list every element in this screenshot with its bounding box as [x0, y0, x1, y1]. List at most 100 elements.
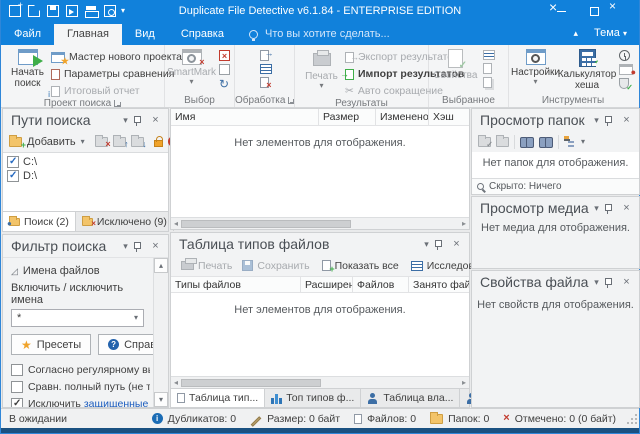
- panel-menu-icon[interactable]: [118, 242, 133, 251]
- process-dialog-launcher-icon[interactable]: [288, 97, 294, 104]
- filter-scrollbar[interactable]: [153, 258, 168, 407]
- tab-search-paths[interactable]: ● Поиск (2): [3, 212, 76, 231]
- add-path-dropdown-icon[interactable]: [81, 138, 85, 146]
- types-hscrollbar[interactable]: [171, 376, 469, 388]
- open-selected-icon[interactable]: [483, 63, 492, 74]
- move-path-up-icon[interactable]: ↑: [113, 137, 126, 147]
- new-project-icon[interactable]: [9, 5, 21, 17]
- refresh-selection-icon[interactable]: [219, 78, 230, 90]
- tab-file[interactable]: Файл: [1, 24, 54, 45]
- regex-checkbox-row[interactable]: Согласно регулярному выражени: [11, 364, 150, 376]
- smartmark-button[interactable]: SmartMark: [168, 47, 215, 93]
- start-search-button[interactable]: Начать поиск: [4, 47, 51, 98]
- types-save-button[interactable]: Сохранить: [238, 257, 313, 275]
- tree-view-dropdown-icon[interactable]: [581, 138, 585, 146]
- path-item[interactable]: C:\: [7, 155, 164, 169]
- panel-menu-icon[interactable]: [118, 116, 133, 125]
- column-modified[interactable]: Изменено: [376, 109, 429, 125]
- exclude-protected-checkbox[interactable]: [11, 398, 23, 407]
- hash-calculator-button[interactable]: Калькулятор хеша: [559, 47, 615, 93]
- panel-menu-icon[interactable]: [589, 278, 604, 287]
- move-path-down-icon[interactable]: ↓: [131, 137, 144, 147]
- tab-top-types[interactable]: Топ типов ф...: [265, 389, 361, 407]
- scheduler-icon[interactable]: [619, 50, 630, 61]
- uncheck-all-icon[interactable]: [219, 64, 230, 75]
- minimize-button[interactable]: [549, 0, 579, 22]
- pin-icon[interactable]: [133, 241, 148, 252]
- protection-shield-icon[interactable]: [619, 78, 629, 89]
- pin-icon[interactable]: [604, 277, 619, 288]
- column-occupied[interactable]: Занято файла: [409, 277, 469, 292]
- pin-icon[interactable]: [434, 239, 449, 250]
- regex-checkbox[interactable]: [11, 364, 23, 376]
- column-extension[interactable]: Расширение: [301, 277, 353, 292]
- comparison-options-button[interactable]: Параметры сравнения: [51, 67, 182, 81]
- resize-grip[interactable]: [627, 414, 637, 424]
- presets-button[interactable]: Пресеты: [11, 334, 91, 355]
- close-icon[interactable]: [619, 277, 634, 288]
- summary-report-button[interactable]: i Итоговый отчет: [51, 84, 182, 98]
- save-icon[interactable]: [47, 5, 59, 17]
- open-project-icon[interactable]: [28, 5, 40, 17]
- close-icon[interactable]: [148, 241, 163, 252]
- maximize-button[interactable]: [579, 0, 609, 22]
- name-pattern-combobox[interactable]: *: [11, 309, 144, 327]
- path-item[interactable]: D:\: [7, 169, 164, 183]
- close-icon[interactable]: [449, 239, 464, 250]
- path-checkbox[interactable]: [7, 156, 19, 168]
- scroll-down-icon[interactable]: [154, 392, 168, 407]
- print-icon[interactable]: [85, 5, 97, 17]
- column-name[interactable]: Имя: [171, 109, 319, 125]
- rename-files-icon[interactable]: [260, 64, 272, 74]
- add-path-button[interactable]: Добавить: [27, 136, 76, 148]
- column-size[interactable]: Размер: [319, 109, 376, 125]
- show-all-button[interactable]: + Показать все: [318, 257, 403, 275]
- uncheck-folder-icon[interactable]: [496, 137, 509, 147]
- scroll-up-icon[interactable]: [154, 258, 168, 273]
- fullpath-checkbox[interactable]: [11, 381, 23, 393]
- theme-menu[interactable]: Тема: [594, 27, 627, 39]
- results-hscrollbar[interactable]: [171, 217, 469, 229]
- check-marked-icon[interactable]: [219, 50, 230, 61]
- quick-access-dropdown-icon[interactable]: [121, 7, 125, 15]
- new-project-wizard-button[interactable]: Мастер нового проекта: [51, 50, 182, 64]
- path-checkbox[interactable]: [7, 170, 19, 182]
- pin-icon[interactable]: [604, 115, 619, 126]
- delete-files-icon[interactable]: [260, 77, 269, 88]
- pin-icon[interactable]: [604, 203, 619, 214]
- tab-home[interactable]: Главная: [54, 24, 122, 45]
- scroll-right-icon[interactable]: [459, 379, 469, 387]
- close-icon[interactable]: [619, 203, 634, 214]
- column-hash[interactable]: Хэш: [429, 109, 469, 125]
- settings-button[interactable]: Настройки: [512, 47, 559, 93]
- pin-icon[interactable]: [133, 115, 148, 126]
- tree-view-icon[interactable]: [564, 136, 576, 147]
- help-button[interactable]: ? Справка: [98, 334, 153, 355]
- copy-path-icon[interactable]: [483, 77, 492, 88]
- protected-types-link[interactable]: защищенные типы фа: [84, 398, 150, 407]
- move-files-icon[interactable]: →: [260, 50, 269, 61]
- section-file-names[interactable]: Имена файлов: [11, 265, 150, 277]
- close-icon[interactable]: [148, 115, 163, 126]
- tab-owners-table[interactable]: Таблица вла...: [361, 389, 460, 407]
- tab-types-table[interactable]: Таблица тип...: [171, 389, 265, 407]
- tag-selected-icon[interactable]: [483, 50, 495, 60]
- combo-dropdown-icon[interactable]: [134, 314, 138, 322]
- fullpath-checkbox-row[interactable]: Сравн. полный путь (не только и: [11, 381, 150, 393]
- column-files[interactable]: Файлов: [353, 277, 409, 292]
- print-results-button[interactable]: Печать: [298, 47, 345, 98]
- scroll-thumb[interactable]: [181, 220, 351, 228]
- panel-menu-icon[interactable]: [589, 116, 604, 125]
- panel-menu-icon[interactable]: [419, 240, 434, 249]
- project-dialog-launcher-icon[interactable]: [114, 100, 121, 107]
- close-button[interactable]: [609, 0, 639, 22]
- column-file-types[interactable]: Типы файлов: [171, 277, 301, 292]
- scroll-left-icon[interactable]: [171, 379, 181, 387]
- find-icon[interactable]: [520, 137, 534, 146]
- types-print-button[interactable]: Печать: [177, 257, 236, 275]
- export-icon[interactable]: [66, 5, 78, 17]
- lock-icon[interactable]: [154, 140, 163, 147]
- error-report-icon[interactable]: ●: [619, 64, 633, 75]
- hidden-filter-bar[interactable]: Скрыто: Ничего: [472, 178, 639, 194]
- tell-me-box[interactable]: Что вы хотите сделать...: [237, 28, 402, 45]
